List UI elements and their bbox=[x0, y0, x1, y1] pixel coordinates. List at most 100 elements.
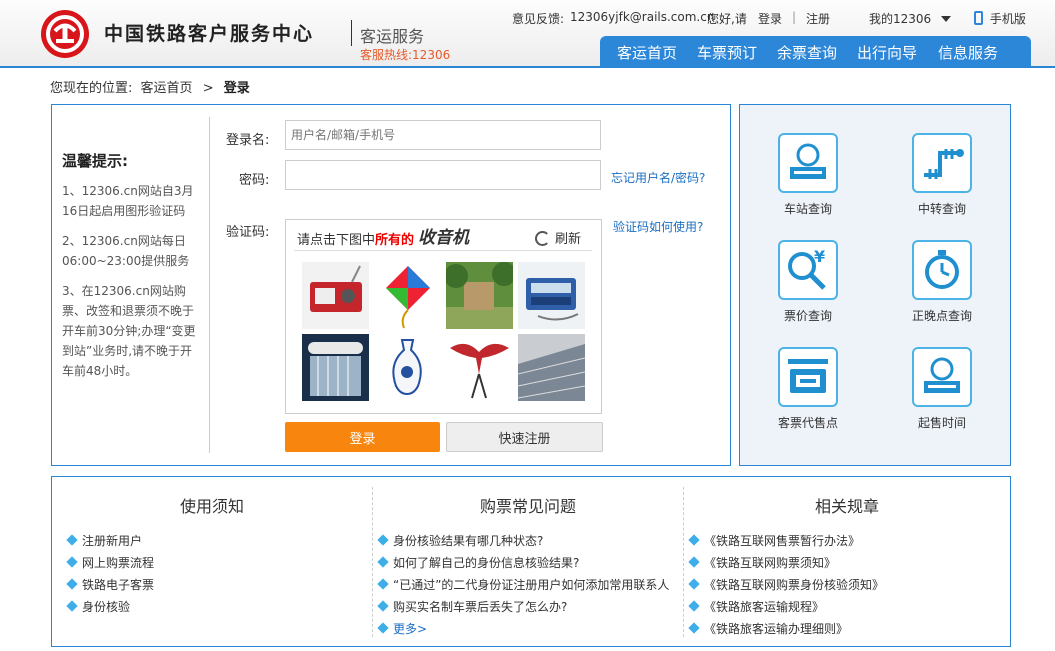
captcha-target-word: 收音机 bbox=[418, 228, 469, 248]
transfer-icon bbox=[912, 133, 972, 193]
nav-item-remaining[interactable]: 余票查询 bbox=[777, 42, 837, 63]
quick-link-label: 票价查询 bbox=[783, 309, 832, 323]
info-column-regulations: 相关规章 《铁路互联网售票暂行办法》 《铁路互联网购票须知》 《铁路互联网购票身… bbox=[684, 477, 1010, 648]
info-column-title: 相关规章 bbox=[814, 497, 879, 516]
breadcrumb: 您现在的位置: 客运首页 > 登录 bbox=[50, 77, 250, 96]
captcha-help-link[interactable]: 验证码如何使用? bbox=[613, 218, 703, 235]
password-input[interactable] bbox=[285, 160, 601, 190]
captcha-image-solar-panels[interactable] bbox=[518, 334, 585, 401]
chevron-down-icon bbox=[941, 16, 952, 22]
captcha-image-garden[interactable] bbox=[446, 262, 513, 329]
sale-time-icon bbox=[912, 347, 972, 407]
mobile-phone-icon bbox=[974, 11, 983, 25]
password-label: 密码: bbox=[239, 173, 270, 188]
info-link[interactable]: 购买实名制车票后丢失了怎么办? bbox=[379, 598, 567, 615]
captcha-prompt: 请点击下图中所有的 bbox=[297, 229, 414, 248]
captcha-image-kite-2[interactable] bbox=[446, 334, 513, 401]
info-link[interactable]: 网上购票流程 bbox=[68, 554, 154, 571]
tip-item: 3、在12306.cn网站购票、改签和退票须不晚于开车前30分钟;办理“变更到站… bbox=[62, 284, 196, 378]
header-register-link[interactable]: 注册 bbox=[806, 10, 830, 27]
captcha-box: 请点击下图中所有的 收音机 刷新 bbox=[285, 219, 602, 414]
site-brand: 中国铁路客户服务中心 bbox=[104, 23, 315, 45]
info-link[interactable]: 《铁路互联网售票暂行办法》 bbox=[690, 532, 860, 549]
quick-link-label: 起售时间 bbox=[917, 416, 966, 430]
brand-divider bbox=[351, 20, 352, 46]
info-column-title: 购票常见问题 bbox=[479, 497, 576, 516]
captcha-image-kite-1[interactable] bbox=[374, 262, 441, 329]
breadcrumb-prefix: 您现在的位置: bbox=[50, 81, 133, 96]
info-panel: 使用须知 注册新用户 网上购票流程 铁路电子客票 身份核验 购票常见问题 身份核… bbox=[51, 476, 1011, 647]
info-link[interactable]: 如何了解自己的身份信息核验结果? bbox=[379, 554, 579, 571]
captcha-divider bbox=[294, 250, 592, 251]
greeting-text: 您好,请 bbox=[707, 12, 747, 26]
mobile-label: 手机版 bbox=[989, 12, 1026, 26]
nav-item-guide[interactable]: 出行向导 bbox=[857, 42, 917, 63]
station-icon bbox=[778, 133, 838, 193]
price-search-icon: ¥ bbox=[778, 240, 838, 300]
forgot-password-link[interactable]: 忘记用户名/密码? bbox=[611, 169, 705, 186]
quick-link-label: 中转查询 bbox=[917, 202, 966, 216]
captcha-refresh-button[interactable]: 刷新 bbox=[535, 228, 581, 247]
captcha-image-water-heater[interactable] bbox=[302, 334, 369, 401]
feedback-email-link[interactable]: 12306yjfk@rails.com.cn bbox=[570, 10, 714, 24]
info-column-faq: 购票常见问题 身份核验结果有哪几种状态? 如何了解自己的身份信息核验结果? “已… bbox=[373, 477, 683, 648]
quick-link-label: 车站查询 bbox=[783, 202, 832, 216]
tip-item: 1、12306.cn网站自3月16日起启用图形验证码 bbox=[62, 184, 194, 218]
quick-link-price[interactable]: ¥ 票价查询 bbox=[763, 240, 853, 324]
nav-item-booking[interactable]: 车票预订 bbox=[697, 42, 757, 63]
captcha-prompt-text: 请点击下图中 bbox=[297, 233, 376, 248]
svg-text:¥: ¥ bbox=[814, 247, 825, 266]
info-link[interactable]: 注册新用户 bbox=[68, 532, 142, 549]
captcha-image-radio-2[interactable] bbox=[518, 262, 585, 329]
nav-item-home[interactable]: 客运首页 bbox=[617, 42, 677, 63]
username-input[interactable] bbox=[285, 120, 601, 150]
info-link[interactable]: 身份核验 bbox=[68, 598, 130, 615]
info-link[interactable]: 铁路电子客票 bbox=[68, 576, 154, 593]
clock-icon bbox=[912, 240, 972, 300]
captcha-label: 验证码: bbox=[226, 225, 270, 240]
quick-link-station[interactable]: 车站查询 bbox=[763, 133, 853, 217]
info-column-title: 使用须知 bbox=[179, 497, 244, 516]
panel-divider bbox=[209, 117, 210, 453]
captcha-image-vase[interactable] bbox=[374, 334, 441, 401]
header-separator: | bbox=[792, 10, 797, 24]
main-nav: 客运首页 车票预订 余票查询 出行向导 信息服务 bbox=[600, 36, 1031, 67]
captcha-image-radio-1[interactable] bbox=[302, 262, 369, 329]
quick-link-label: 客票代售点 bbox=[777, 416, 838, 430]
quick-link-punctuality[interactable]: 正晚点查询 bbox=[897, 240, 987, 324]
login-button[interactable]: 登录 bbox=[285, 422, 440, 452]
tips-title: 温馨提示: bbox=[62, 152, 128, 170]
ticket-agent-icon bbox=[778, 347, 838, 407]
refresh-icon bbox=[535, 231, 550, 246]
breadcrumb-home-link[interactable]: 客运首页 bbox=[141, 81, 193, 96]
mobile-link[interactable]: 手机版 bbox=[974, 10, 1026, 27]
quick-register-button[interactable]: 快速注册 bbox=[446, 422, 603, 452]
info-link[interactable]: “已通过”的二代身份证注册用户如何添加常用联系人 bbox=[379, 576, 669, 593]
faq-more-link[interactable]: 更多> bbox=[379, 620, 427, 637]
info-link[interactable]: 《铁路旅客运输规程》 bbox=[690, 598, 824, 615]
info-column-usage: 使用须知 注册新用户 网上购票流程 铁路电子客票 身份核验 bbox=[52, 477, 372, 648]
service-hotline: 客服热线:12306 bbox=[360, 48, 451, 62]
quick-links-panel: 车站查询 中转查询 ¥ 票价查询 正晚点查询 客票代售点 起售时间 bbox=[739, 104, 1011, 466]
quick-link-transfer[interactable]: 中转查询 bbox=[897, 133, 987, 217]
quick-link-sale-time[interactable]: 起售时间 bbox=[897, 347, 987, 431]
info-link[interactable]: 《铁路互联网购票身份核验须知》 bbox=[690, 576, 884, 593]
info-link[interactable]: 身份核验结果有哪几种状态? bbox=[379, 532, 543, 549]
china-railway-logo-icon[interactable] bbox=[41, 10, 89, 58]
nav-item-info[interactable]: 信息服务 bbox=[938, 42, 998, 63]
feedback-label: 意见反馈: bbox=[512, 12, 565, 26]
captcha-prompt-emphasis: 所有的 bbox=[375, 233, 415, 248]
service-title: 客运服务 bbox=[360, 27, 425, 46]
breadcrumb-current: 登录 bbox=[223, 81, 250, 96]
info-link[interactable]: 《铁路互联网购票须知》 bbox=[690, 554, 836, 571]
tip-item: 2、12306.cn网站每日06:00~23:00提供服务 bbox=[62, 234, 190, 268]
quick-link-ticket-agent[interactable]: 客票代售点 bbox=[763, 347, 853, 431]
refresh-label: 刷新 bbox=[555, 232, 582, 247]
info-link[interactable]: 《铁路旅客运输办理细则》 bbox=[690, 620, 848, 637]
header-login-link[interactable]: 登录 bbox=[758, 10, 782, 27]
site-header: 中国铁路客户服务中心 客运服务 客服热线:12306 意见反馈: 12306yj… bbox=[0, 0, 1055, 68]
breadcrumb-arrow: > bbox=[202, 81, 214, 96]
my12306-menu[interactable]: 我的12306 bbox=[869, 10, 952, 27]
quick-link-label: 正晚点查询 bbox=[911, 309, 972, 323]
login-panel: 温馨提示: 1、12306.cn网站自3月16日起启用图形验证码 2、12306… bbox=[51, 104, 731, 466]
